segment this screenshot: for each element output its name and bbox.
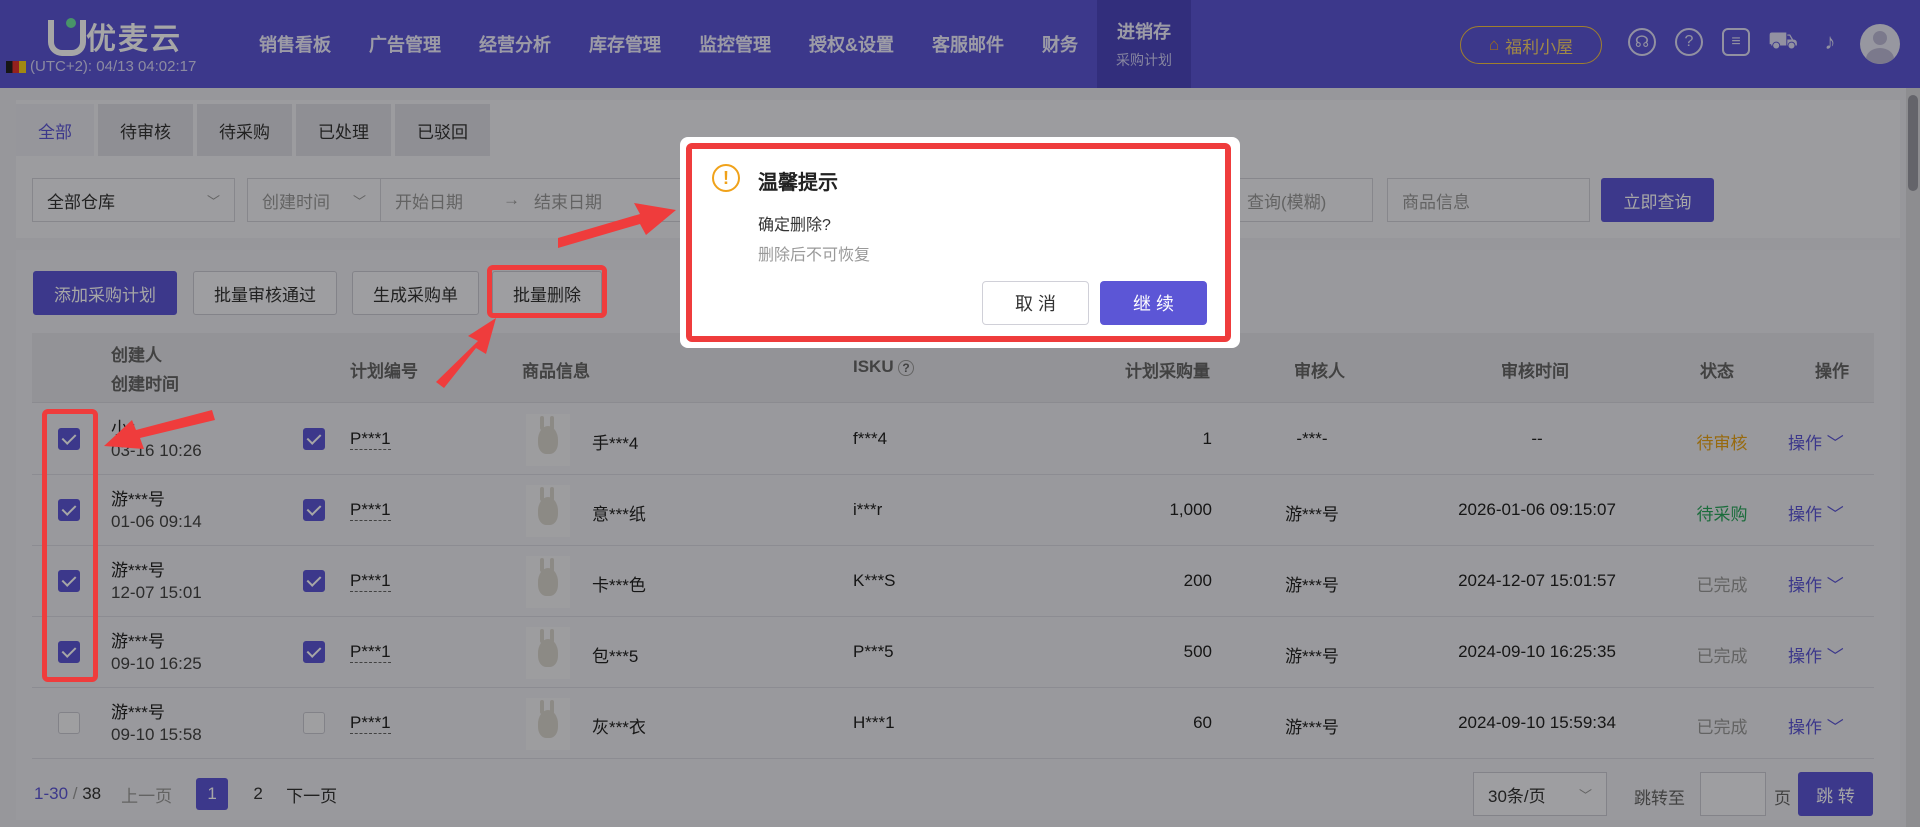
cancel-button[interactable]: 取 消 — [982, 281, 1089, 325]
highlight-batch-delete — [487, 265, 607, 318]
modal-backdrop[interactable] — [0, 0, 1920, 827]
dialog-question: 确定删除? — [758, 217, 831, 234]
highlight-checkboxes — [42, 409, 98, 682]
warning-icon: ! — [712, 164, 740, 192]
continue-button[interactable]: 继 续 — [1100, 281, 1207, 325]
dialog-title: 温馨提示 — [758, 172, 838, 194]
dialog-note: 删除后不可恢复 — [758, 247, 871, 264]
